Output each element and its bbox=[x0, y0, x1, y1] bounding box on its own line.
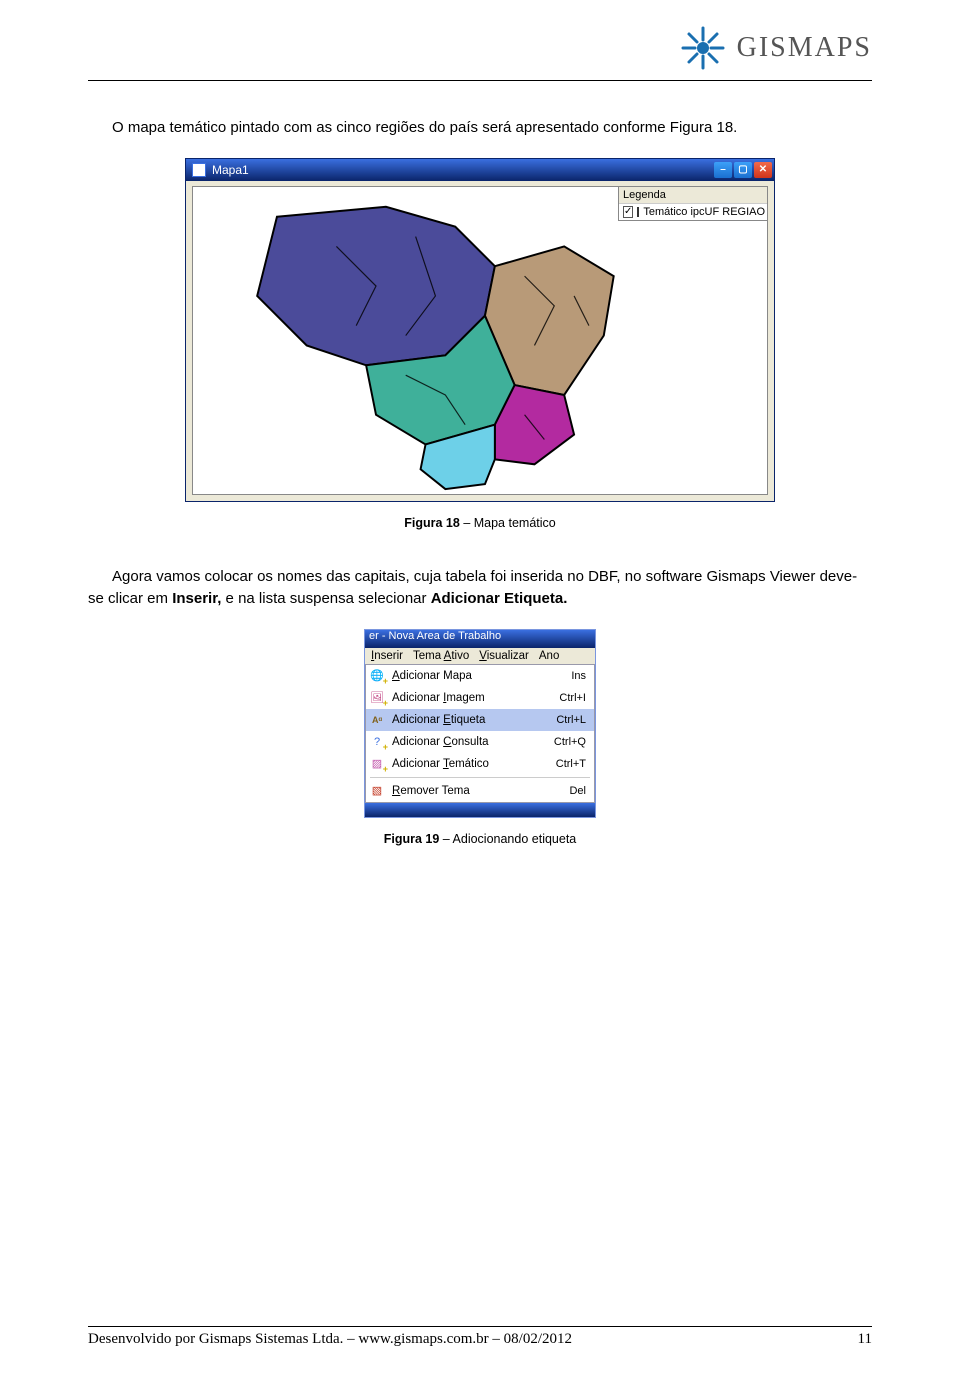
page-footer: Desenvolvido por Gismaps Sistemas Ltda. … bbox=[88, 1326, 872, 1348]
header-divider bbox=[88, 80, 872, 81]
menu-item-shortcut: Ctrl+Q bbox=[554, 736, 590, 748]
menu-item-label: Adicionar Etiqueta bbox=[392, 714, 550, 726]
legend-swatch-icon bbox=[637, 207, 639, 217]
menu-separator bbox=[370, 777, 590, 778]
menu-item-label: Adicionar Mapa bbox=[392, 670, 565, 682]
close-button[interactable]: ✕ bbox=[754, 162, 772, 178]
image-icon: 🖼 bbox=[368, 690, 386, 706]
label-icon: Aᵅ bbox=[368, 712, 386, 728]
footer-divider bbox=[88, 1326, 872, 1327]
menubar-item-visualizar[interactable]: Visualizar bbox=[479, 650, 529, 662]
menu-item-label: Remover Tema bbox=[392, 785, 563, 797]
minimize-button[interactable]: – bbox=[714, 162, 732, 178]
menu-item-label: Adicionar Temático bbox=[392, 758, 550, 770]
menu-item-adicionar-imagem[interactable]: 🖼 Adicionar Imagem Ctrl+I bbox=[366, 687, 594, 709]
legend-item[interactable]: ✓ Temático ipcUF REGIAO bbox=[619, 204, 767, 220]
page-number: 11 bbox=[858, 1331, 872, 1348]
intro-paragraph: O mapa temático pintado com as cinco reg… bbox=[88, 117, 872, 140]
menu-item-adicionar-temático[interactable]: ▨ Adicionar Temático Ctrl+T bbox=[366, 753, 594, 775]
menubar: Inserir Tema Ativo Visualizar Ano bbox=[365, 648, 595, 664]
footer-text: Desenvolvido por Gismaps Sistemas Ltda. … bbox=[88, 1331, 572, 1348]
menu-item-adicionar-consulta[interactable]: ? Adicionar Consulta Ctrl+Q bbox=[366, 731, 594, 753]
legend-title: Legenda bbox=[619, 187, 767, 204]
figure-19: er - Nova Area de Trabalho Inserir Tema … bbox=[88, 629, 872, 846]
maximize-button[interactable]: ▢ bbox=[734, 162, 752, 178]
brand-logo-icon bbox=[679, 24, 727, 72]
menu-item-shortcut: Ctrl+L bbox=[556, 714, 590, 726]
menu-item-adicionar-etiqueta[interactable]: Aᵅ Adicionar Etiqueta Ctrl+L bbox=[366, 709, 594, 731]
menu-screenshot: er - Nova Area de Trabalho Inserir Tema … bbox=[364, 629, 596, 818]
screenshot-bottom-edge bbox=[365, 803, 595, 817]
menu-item-shortcut: Del bbox=[569, 785, 590, 797]
legend-panel: Legenda ✓ Temático ipcUF REGIAO bbox=[618, 186, 768, 221]
menubar-item-extra[interactable]: Ano bbox=[539, 650, 559, 662]
figure-18-caption: Figura 18 – Mapa temático bbox=[88, 516, 872, 530]
menubar-item-inserir[interactable]: Inserir bbox=[371, 650, 403, 662]
legend-item-label: Temático ipcUF REGIAO bbox=[643, 206, 765, 218]
map-canvas bbox=[192, 186, 768, 495]
menu-item-remover-tema[interactable]: ▧ Remover Tema Del bbox=[366, 780, 594, 802]
window-icon bbox=[192, 163, 206, 177]
menu-item-label: Adicionar Imagem bbox=[392, 692, 553, 704]
brand-name: GISMAPS bbox=[737, 32, 872, 64]
thematic-icon: ▨ bbox=[368, 756, 386, 772]
remove-icon: ▧ bbox=[368, 783, 386, 799]
menu-item-label: Adicionar Consulta bbox=[392, 736, 548, 748]
menubar-item-tema-ativo[interactable]: Tema Ativo bbox=[413, 650, 469, 662]
window-titlebar: Mapa1 – ▢ ✕ bbox=[186, 159, 774, 181]
menu-window-titlebar: er - Nova Area de Trabalho bbox=[365, 630, 595, 648]
menu-item-shortcut: Ctrl+I bbox=[559, 692, 590, 704]
menu-item-adicionar-mapa[interactable]: 🌐 Adicionar Mapa Ins bbox=[366, 665, 594, 687]
query-icon: ? bbox=[368, 734, 386, 750]
second-paragraph: Agora vamos colocar os nomes das capitai… bbox=[88, 566, 872, 611]
map-icon: 🌐 bbox=[368, 668, 386, 684]
menu-item-shortcut: Ins bbox=[571, 670, 590, 682]
window-body: Legenda ✓ Temático ipcUF REGIAO bbox=[186, 181, 774, 501]
window-title: Mapa1 bbox=[212, 163, 249, 177]
legend-checkbox[interactable]: ✓ bbox=[623, 206, 633, 218]
page-header: GISMAPS bbox=[88, 0, 872, 72]
inserir-dropdown: 🌐Adicionar MapaIns🖼Adicionar ImagemCtrl+… bbox=[365, 664, 595, 803]
figure-18: Mapa1 – ▢ ✕ bbox=[88, 158, 872, 530]
map-window: Mapa1 – ▢ ✕ bbox=[185, 158, 775, 502]
figure-19-caption: Figura 19 – Adiocionando etiqueta bbox=[88, 832, 872, 846]
menu-item-shortcut: Ctrl+T bbox=[556, 758, 590, 770]
